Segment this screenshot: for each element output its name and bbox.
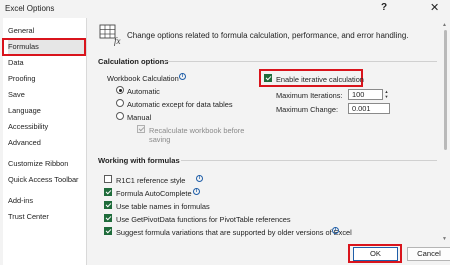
- sidebar-item-language[interactable]: Language: [8, 104, 86, 118]
- window-title: Excel Options: [5, 4, 55, 13]
- sidebar-item-customize-ribbon[interactable]: Customize Ribbon: [8, 157, 86, 171]
- max-iterations-spinner[interactable]: ▲ ▼: [383, 89, 390, 100]
- radio-automatic-label: Automatic: [127, 87, 160, 96]
- info-icon: i: [196, 175, 203, 182]
- radio-automatic[interactable]: [116, 86, 124, 94]
- radio-automatic-except-label: Automatic except for data tables: [127, 100, 233, 109]
- sidebar-item-accessibility[interactable]: Accessibility: [8, 120, 86, 134]
- sidebar-item-data[interactable]: Data: [8, 56, 86, 70]
- workbook-calculation-label: Workbook Calculation: [107, 74, 179, 83]
- help-button[interactable]: ?: [381, 2, 387, 13]
- table-names-checkbox[interactable]: [104, 201, 112, 209]
- sidebar-item-quick-access-toolbar[interactable]: Quick Access Toolbar: [8, 173, 86, 187]
- table-names-label: Use table names in formulas: [116, 202, 210, 211]
- recalculate-label: Recalculate workbook before: [149, 126, 245, 135]
- recalculate-checkbox[interactable]: [137, 125, 145, 133]
- title-bar: Excel Options ? ✕: [0, 0, 450, 18]
- section-divider: [165, 61, 437, 62]
- section-divider: [181, 160, 437, 161]
- r1c1-checkbox[interactable]: [104, 175, 112, 183]
- sidebar-item-trust-center[interactable]: Trust Center: [8, 210, 86, 224]
- suggest-variations-checkbox[interactable]: [104, 227, 112, 235]
- info-icon: i: [332, 227, 339, 234]
- close-button[interactable]: ✕: [430, 1, 439, 14]
- max-iterations-input[interactable]: 100: [348, 89, 383, 100]
- enable-iterative-checkbox[interactable]: [264, 74, 272, 82]
- section-title-formulas: Working with formulas: [98, 156, 180, 165]
- scrollbar-thumb[interactable]: [444, 30, 447, 150]
- enable-iterative-label: Enable iterative calculation: [276, 75, 364, 84]
- recalculate-label-line2: saving: [149, 135, 171, 144]
- cancel-button[interactable]: Cancel: [407, 247, 450, 261]
- sidebar-item-proofing[interactable]: Proofing: [8, 72, 86, 86]
- radio-manual-label: Manual: [127, 113, 152, 122]
- radio-manual[interactable]: [116, 112, 124, 120]
- max-iterations-label: Maximum Iterations:: [276, 91, 343, 100]
- getpivotdata-checkbox[interactable]: [104, 214, 112, 222]
- formula-icon: fx: [99, 24, 121, 46]
- autocomplete-checkbox[interactable]: [104, 188, 112, 196]
- scroll-down-arrow[interactable]: ▼: [442, 236, 447, 242]
- sidebar-item-general[interactable]: General: [8, 24, 86, 38]
- sidebar-item-save[interactable]: Save: [8, 88, 86, 102]
- getpivotdata-label: Use GetPivotData functions for PivotTabl…: [116, 215, 291, 224]
- info-icon: i: [193, 188, 200, 195]
- autocomplete-label: Formula AutoComplete: [116, 189, 192, 198]
- max-change-input[interactable]: 0.001: [348, 103, 390, 114]
- info-icon: i: [179, 73, 186, 80]
- intro-text: Change options related to formula calcul…: [127, 31, 409, 40]
- r1c1-label: R1C1 reference style: [116, 176, 186, 185]
- section-title-calculation: Calculation options: [98, 57, 169, 66]
- suggest-variations-label: Suggest formula variations that are supp…: [116, 228, 352, 237]
- sidebar-item-advanced[interactable]: Advanced: [8, 136, 86, 150]
- sidebar-item-add-ins[interactable]: Add-ins: [8, 194, 86, 208]
- ok-button[interactable]: OK: [353, 247, 398, 261]
- max-change-label: Maximum Change:: [276, 105, 339, 114]
- svg-text:fx: fx: [114, 36, 121, 46]
- scroll-up-arrow[interactable]: ▲: [442, 22, 447, 28]
- highlight-formulas: [2, 38, 86, 56]
- radio-automatic-except[interactable]: [116, 99, 124, 107]
